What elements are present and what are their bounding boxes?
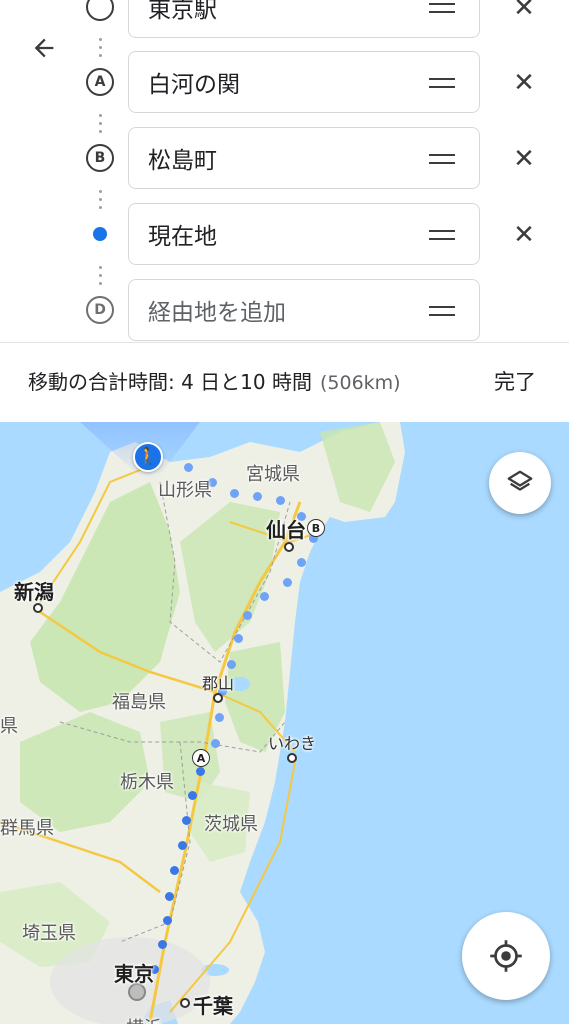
layers-icon	[507, 470, 533, 491]
layers-button[interactable]	[489, 452, 551, 514]
remove-stop-button[interactable]: ✕	[508, 219, 540, 251]
stop-row-a: A 白河の関 ✕	[0, 51, 569, 113]
directions-screen: 東京駅 ✕ A 白河の関 ✕ B 松島町 ✕ 現在地 ✕ D 経由地を追加 移動…	[0, 0, 569, 1024]
total-distance-text: (506km)	[319, 372, 401, 394]
map-label-sendai: 仙台	[266, 518, 306, 542]
city-dot-koriyama	[213, 693, 223, 703]
stop-field-origin[interactable]: 東京駅	[128, 0, 480, 38]
remove-stop-button[interactable]: ✕	[508, 0, 540, 24]
map-label-tochigi: 栃木県	[120, 772, 174, 793]
current-location-dot-icon	[86, 220, 114, 248]
done-button[interactable]: 完了	[494, 366, 536, 396]
map-label-pref-edge: 県	[0, 716, 18, 737]
map-label-chiba: 千葉	[193, 994, 233, 1018]
drag-handle-icon[interactable]	[429, 154, 455, 164]
stop-row-add: D 経由地を追加	[0, 279, 569, 341]
map-label-bottom-edge: 横浜	[126, 1014, 162, 1024]
city-dot-chiba	[180, 998, 190, 1008]
map-label-fukushima: 福島県	[112, 692, 166, 713]
drag-handle-icon[interactable]	[429, 230, 455, 240]
map-label-ibaraki: 茨城県	[204, 814, 258, 835]
map-label-gunma: 群馬県	[0, 818, 54, 839]
stop-row-origin: 東京駅 ✕	[0, 0, 569, 38]
stop-row-current: 現在地 ✕	[0, 203, 569, 265]
map-view[interactable]: 🚶 A B 宮城県 山形県 仙台 新潟 郡山 福島県 県 いわき 栃木県 茨城県…	[0, 422, 569, 1024]
drag-handle-icon[interactable]	[429, 3, 455, 13]
map-label-miyagi: 宮城県	[246, 464, 300, 485]
origin-marker-icon	[86, 0, 114, 21]
stop-field-a[interactable]: 白河の関	[128, 51, 480, 113]
map-label-iwaki: いわき	[268, 734, 317, 753]
waypoint-pin-a[interactable]: A	[192, 749, 210, 767]
remove-stop-button[interactable]: ✕	[508, 143, 540, 175]
stop-field-b[interactable]: 松島町	[128, 127, 480, 189]
city-dot-iwaki	[287, 753, 297, 763]
map-label-yamagata: 山形県	[158, 480, 212, 501]
stop-row-b: B 松島町 ✕	[0, 127, 569, 189]
stop-marker-d-icon: D	[86, 296, 114, 324]
my-location-icon	[490, 940, 522, 972]
add-stop-field[interactable]: 経由地を追加	[128, 279, 480, 341]
map-label-niigata: 新潟	[14, 580, 54, 604]
drag-handle-icon[interactable]	[429, 78, 455, 88]
map-label-saitama: 埼玉県	[22, 923, 76, 944]
waypoint-pin-b[interactable]: B	[307, 519, 325, 537]
trip-summary: 移動の合計時間: 4 日と10 時間 (506km)	[28, 366, 401, 395]
map-label-koriyama: 郡山	[202, 674, 235, 693]
my-location-button[interactable]	[462, 912, 550, 1000]
stop-field-current[interactable]: 現在地	[128, 203, 480, 265]
stop-marker-a-icon: A	[86, 68, 114, 96]
city-dot-sendai	[284, 542, 294, 552]
map-label-tokyo: 東京	[114, 962, 154, 986]
panel-divider	[0, 342, 569, 343]
drag-handle-icon[interactable]	[429, 306, 455, 316]
remove-stop-button[interactable]: ✕	[508, 67, 540, 99]
total-time-text: 移動の合計時間: 4 日と10 時間	[28, 370, 312, 394]
walking-person-icon: 🚶	[133, 442, 163, 472]
route-editor-panel: 東京駅 ✕ A 白河の関 ✕ B 松島町 ✕ 現在地 ✕ D 経由地を追加 移動…	[0, 0, 569, 422]
stop-marker-b-icon: B	[86, 144, 114, 172]
